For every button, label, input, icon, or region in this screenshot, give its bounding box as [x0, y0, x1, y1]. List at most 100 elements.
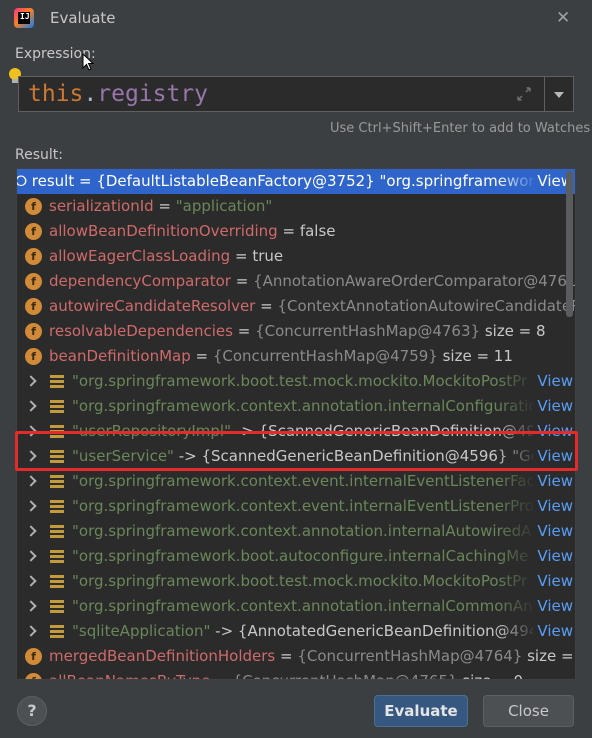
field-name: allowEagerClassLoading	[49, 247, 231, 265]
field-icon: f	[25, 348, 42, 365]
field-eq: =	[153, 197, 176, 215]
chevron-right-icon[interactable]	[25, 425, 37, 437]
tree-row-field[interactable]: f allowBeanDefinitionOverriding = false	[17, 219, 575, 244]
field-value: "application"	[175, 197, 273, 215]
chevron-right-icon[interactable]	[25, 475, 37, 487]
view-link[interactable]: View	[533, 372, 573, 390]
close-button[interactable]: Close	[483, 695, 574, 727]
result-tree[interactable]: ⭘ result = {DefaultListableBeanFactory@3…	[16, 168, 576, 680]
field-eq: =	[230, 272, 254, 290]
field-eq: =	[255, 297, 278, 315]
field-name: allBeanNamesByType	[49, 672, 210, 679]
chevron-right-icon[interactable]	[25, 375, 37, 387]
result-label: Result:	[15, 147, 63, 163]
entry-key: "org.springframework.context.annotation.…	[72, 597, 533, 615]
tree-row-field[interactable]: f resolvableDependencies = {ConcurrentHas…	[17, 319, 575, 344]
view-link[interactable]: View	[533, 447, 573, 465]
tree-row-map-entry[interactable]: "org.springframework.context.annotation.…	[17, 594, 575, 619]
tree-row-field[interactable]: f dependencyComparator = {AnnotationAware…	[17, 269, 575, 294]
root-label: ⭘ result =	[17, 172, 97, 190]
view-link[interactable]: View	[533, 522, 573, 540]
map-entry-icon	[50, 575, 64, 588]
field-size: size = 0	[527, 647, 575, 665]
evaluate-button[interactable]: Evaluate	[374, 695, 468, 727]
view-link[interactable]: View	[533, 547, 573, 565]
chevron-down-icon	[554, 92, 564, 98]
chevron-right-icon[interactable]	[25, 575, 37, 587]
view-link[interactable]: View	[533, 472, 573, 490]
field-eq: =	[190, 347, 213, 365]
map-entry-icon	[50, 400, 64, 413]
tree-row-field[interactable]: f mergedBeanDefinitionHolders = {Concurre…	[17, 644, 575, 669]
mouse-cursor-icon	[82, 53, 94, 71]
map-entry-icon	[50, 450, 64, 463]
tree-row-map-entry[interactable]: "org.springframework.context.annotation.…	[17, 519, 575, 544]
tree-row-field[interactable]: f beanDefinitionMap = {ConcurrentHashMap@…	[17, 344, 575, 369]
chevron-right-icon[interactable]	[25, 600, 37, 612]
expand-editor-icon[interactable]	[515, 85, 533, 103]
tree-row-field[interactable]: f autowireCandidateResolver = {ContextAnn…	[17, 294, 575, 319]
field-icon: f	[25, 673, 42, 679]
view-link[interactable]: View	[533, 622, 573, 640]
field-value: false	[299, 222, 336, 240]
entry-key: "org.springframework.context.event.inter…	[72, 472, 541, 490]
field-name: mergedBeanDefinitionHolders	[49, 647, 276, 665]
field-size: size = 0	[458, 672, 523, 679]
vertical-scrollbar[interactable]	[566, 171, 573, 317]
title-bar: IJ Evaluate ✕	[0, 0, 592, 36]
tree-row-field[interactable]: f serializationId = "application"	[17, 194, 575, 219]
field-value: {ConcurrentHashMap@4759}	[212, 347, 438, 365]
field-eq: =	[210, 672, 232, 679]
tree-row-field[interactable]: f allBeanNamesByType = {ConcurrentHashMap…	[17, 669, 575, 679]
chevron-right-icon[interactable]	[25, 625, 37, 637]
field-name: resolvableDependencies	[49, 322, 233, 340]
field-icon: f	[25, 248, 42, 265]
field-value: {ConcurrentHashMap@4765}	[233, 672, 458, 679]
map-entry-icon	[50, 500, 64, 513]
field-eq: =	[232, 322, 256, 340]
entry-value: -> {ScannedGenericBeanDefinition@49	[231, 422, 536, 440]
tree-row-map-entry[interactable]: "org.springframework.boot.test.mock.mock…	[17, 369, 575, 394]
view-link[interactable]: View	[533, 597, 573, 615]
expression-input[interactable]: this.registry	[18, 76, 545, 112]
tree-row-map-entry[interactable]: "org.springframework.context.annotation.…	[17, 394, 575, 419]
tree-row-map-entry[interactable]: "org.springframework.context.event.inter…	[17, 469, 575, 494]
view-link[interactable]: View	[533, 497, 573, 515]
tree-row-map-entry[interactable]: "sqliteApplication" -> {AnnotatedGeneric…	[17, 619, 575, 644]
view-link[interactable]: View	[533, 422, 573, 440]
chevron-right-icon[interactable]	[25, 400, 37, 412]
entry-value: -> {ScannedGenericBeanDefinition@4596} "…	[173, 447, 550, 465]
field-name: dependencyComparator	[49, 272, 231, 290]
tree-row-map-entry[interactable]: "org.springframework.boot.autoconfigure.…	[17, 544, 575, 569]
tree-row-field[interactable]: f allowEagerClassLoading = true	[17, 244, 575, 269]
tree-row-map-entry[interactable]: "org.springframework.boot.test.mock.mock…	[17, 569, 575, 594]
field-icon: f	[25, 198, 42, 215]
entry-key: "userRepositoryImpl"	[72, 422, 232, 440]
view-link[interactable]: View	[533, 572, 573, 590]
chevron-right-icon[interactable]	[25, 525, 37, 537]
expression-field: registry	[97, 81, 209, 107]
help-button[interactable]: ?	[17, 696, 47, 726]
tree-row-map-entry[interactable]: "userRepositoryImpl" -> {ScannedGenericB…	[17, 419, 575, 444]
chevron-right-icon[interactable]	[25, 500, 37, 512]
field-name: allowBeanDefinitionOverriding	[49, 222, 278, 240]
field-eq: =	[277, 222, 300, 240]
view-link[interactable]: View	[533, 397, 573, 415]
expression-keyword: this	[28, 81, 84, 107]
field-icon: f	[25, 298, 42, 315]
entry-key: "org.springframework.context.event.inter…	[72, 497, 534, 515]
field-icon: f	[25, 323, 42, 340]
history-dropdown-button[interactable]	[545, 76, 574, 112]
map-entry-icon	[50, 550, 64, 563]
entry-key: "org.springframework.boot.test.mock.mock…	[72, 572, 528, 590]
expression-dot: .	[83, 81, 98, 107]
close-icon[interactable]: ✕	[556, 8, 570, 28]
tree-row-root[interactable]: ⭘ result = {DefaultListableBeanFactory@3…	[17, 169, 575, 194]
tree-row-map-entry[interactable]: "org.springframework.context.event.inter…	[17, 494, 575, 519]
chevron-right-icon[interactable]	[25, 550, 37, 562]
window-title: Evaluate	[50, 9, 116, 27]
chevron-right-icon[interactable]	[25, 450, 37, 462]
entry-key: "org.springframework.context.annotation.…	[72, 522, 532, 540]
tree-row-map-entry[interactable]: "userService" -> {ScannedGenericBeanDefi…	[17, 444, 575, 469]
entry-key: "org.springframework.boot.autoconfigure.…	[72, 547, 529, 565]
